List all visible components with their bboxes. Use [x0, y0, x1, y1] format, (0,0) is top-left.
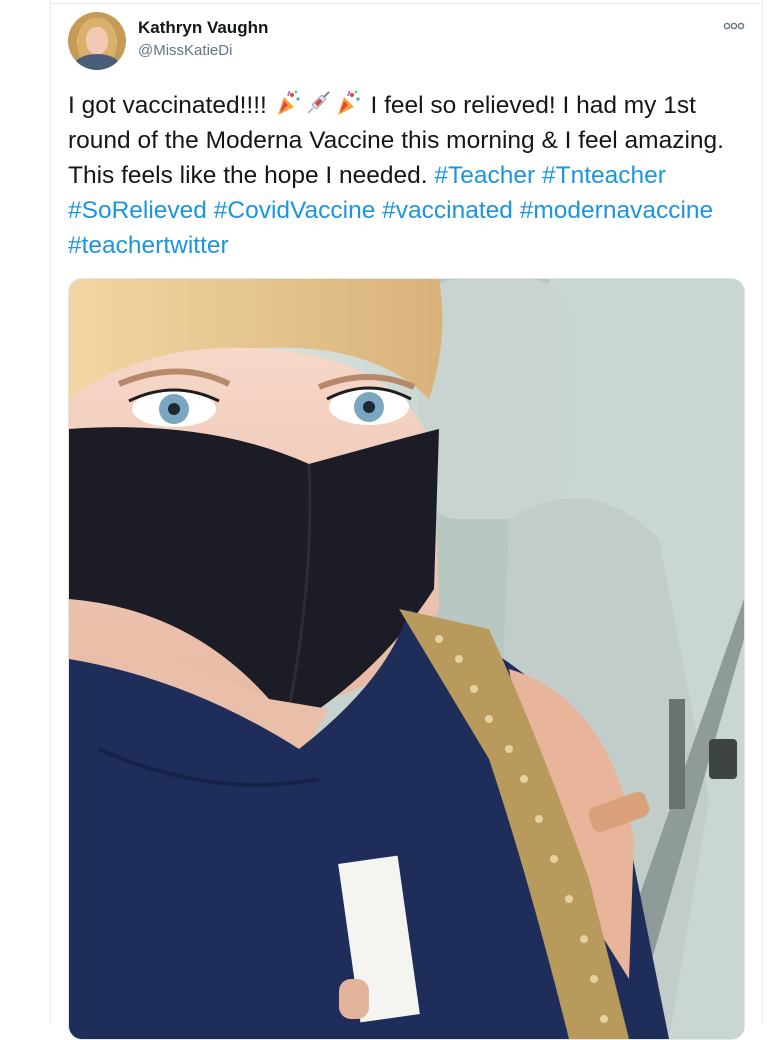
avatar-face [86, 27, 108, 55]
party-popper-icon [274, 89, 302, 117]
card-border-right [762, 0, 763, 1024]
user-handle[interactable]: @MissKatieDi [138, 42, 232, 59]
hashtag-link[interactable]: #CovidVaccine [214, 197, 376, 224]
hashtag-link[interactable]: #vaccinated [382, 197, 513, 224]
tweet-card: Kathryn Vaughn @MissKatieDi I got vaccin… [0, 0, 782, 1040]
selfie-photo [69, 279, 744, 1039]
party-popper-icon [334, 89, 362, 117]
hashtag-link[interactable]: #SoRelieved [68, 197, 207, 224]
card-border-top [50, 3, 763, 4]
display-name[interactable]: Kathryn Vaughn [138, 18, 268, 38]
hashtag-link[interactable]: #modernavaccine [520, 197, 713, 224]
avatar[interactable] [68, 12, 126, 70]
card-border-left [50, 0, 51, 1024]
hashtag-link[interactable]: #teachertwitter [68, 232, 229, 259]
more-dots-icon [723, 22, 745, 30]
hashtag-link[interactable]: #Tnteacher [542, 162, 666, 189]
syringe-icon [304, 89, 332, 117]
tweet-text: I got vaccinated!!!! I feel so relieved!… [68, 88, 738, 263]
more-icon[interactable] [722, 18, 746, 38]
tweet-text-part: I got vaccinated!!!! [68, 92, 274, 119]
hashtag-link[interactable]: #Teacher [434, 162, 535, 189]
tweet-photo[interactable] [68, 278, 745, 1040]
